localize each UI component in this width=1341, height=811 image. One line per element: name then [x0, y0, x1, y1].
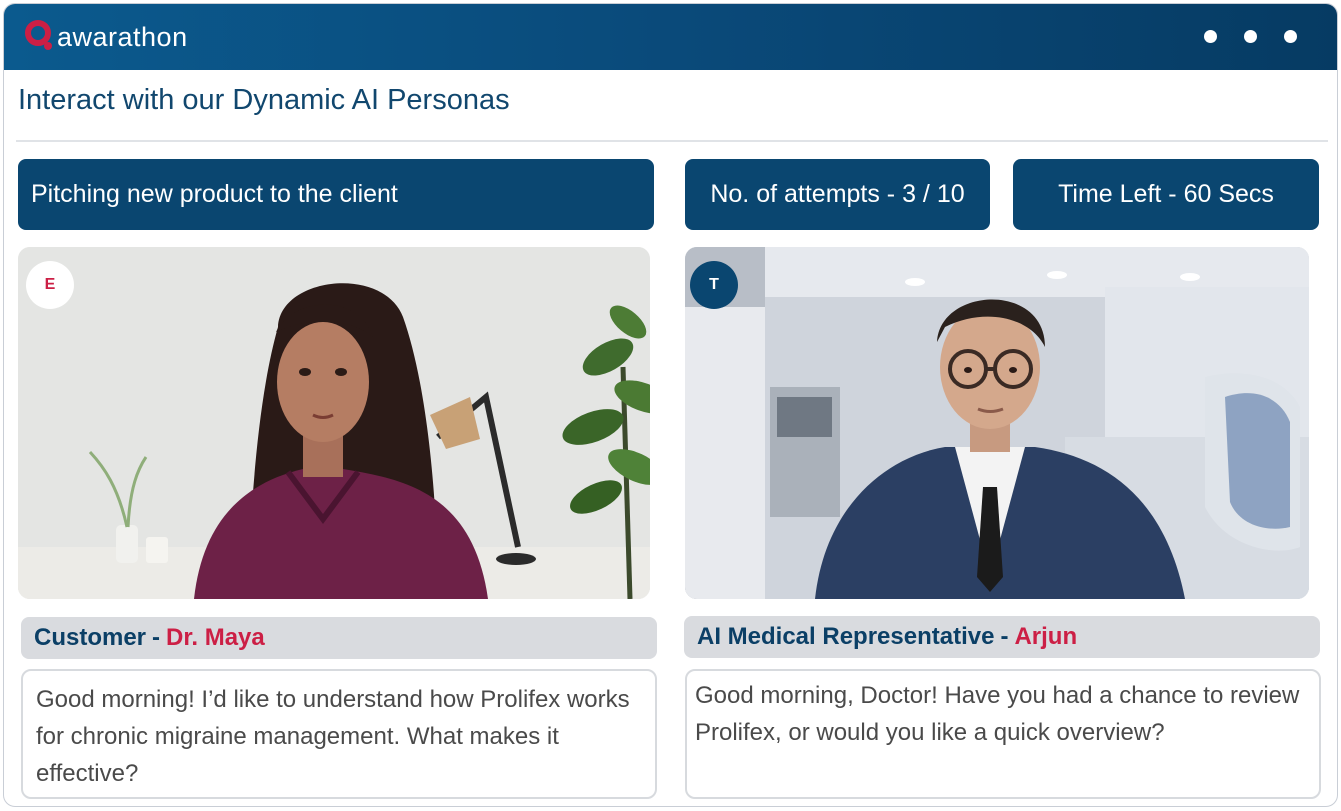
- more-dots-icon[interactable]: [1204, 30, 1297, 43]
- page-title: Interact with our Dynamic AI Personas: [18, 84, 510, 116]
- brand-logo[interactable]: awarathon: [24, 18, 188, 53]
- dot-icon: [1204, 30, 1217, 43]
- ai-representative-name-bar: AI Medical Representative - Arjun: [684, 616, 1320, 658]
- attempts-counter: No. of attempts - 3 / 10: [685, 159, 990, 230]
- divider: [16, 140, 1328, 142]
- role-separator: -: [1000, 623, 1009, 650]
- role-separator: -: [152, 624, 161, 651]
- customer-video-tile[interactable]: E: [18, 247, 650, 599]
- awarathon-logo-icon: [24, 19, 54, 53]
- participant-role: Customer: [34, 624, 147, 651]
- participant-role: AI Medical Representative: [697, 623, 995, 650]
- participant-name: Arjun: [1014, 623, 1078, 650]
- top-bar: awarathon: [4, 4, 1337, 70]
- participant-name: Dr. Maya: [166, 624, 265, 651]
- participant-badge: E: [26, 261, 74, 309]
- dot-icon: [1284, 30, 1297, 43]
- brand-name: awarathon: [57, 22, 188, 52]
- customer-video-frame: [18, 247, 650, 599]
- dot-icon: [1244, 30, 1257, 43]
- time-left-counter: Time Left - 60 Secs: [1013, 159, 1319, 230]
- app-window: awarathon Interact with our Dynamic AI P…: [3, 3, 1338, 807]
- ai-representative-video-tile[interactable]: T: [685, 247, 1309, 599]
- customer-name-bar: Customer - Dr. Maya: [21, 617, 657, 659]
- customer-message-box: Good morning! I’d like to understand how…: [21, 669, 657, 799]
- participant-badge: T: [690, 261, 738, 309]
- ai-representative-video-frame: [685, 247, 1309, 599]
- ai-representative-message-box: Good morning, Doctor! Have you had a cha…: [685, 669, 1321, 799]
- scenario-label: Pitching new product to the client: [18, 159, 654, 230]
